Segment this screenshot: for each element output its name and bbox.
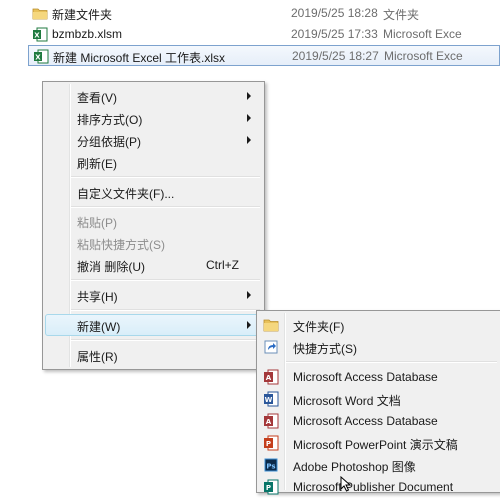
excel-file-icon: X: [34, 49, 49, 64]
file-name: bzmbzb.xlsm: [52, 27, 123, 41]
file-type: Microsoft Exce: [383, 27, 462, 41]
submenu-item-folder[interactable]: 文件夹(F): [259, 314, 498, 336]
menu-item-undo-delete[interactable]: 撤消 删除(U) Ctrl+Z: [45, 254, 262, 276]
menu-separator: [71, 339, 260, 341]
word-file-icon: W: [264, 391, 279, 407]
svg-text:A: A: [266, 374, 272, 382]
folder-icon: [263, 319, 279, 332]
menu-separator: [286, 361, 497, 363]
file-type: 文件夹: [383, 8, 420, 22]
menu-item-label: 共享(H): [77, 290, 118, 304]
menu-item-label: 快捷方式(S): [293, 342, 357, 356]
access-file-icon: A: [264, 369, 279, 385]
submenu-item-photoshop[interactable]: Ps Adobe Photoshop 图像: [259, 454, 498, 476]
menu-item-paste-shortcut[interactable]: 粘贴快捷方式(S): [45, 232, 262, 254]
menu-item-label: 自定义文件夹(F)...: [77, 187, 175, 201]
menu-item-view[interactable]: 查看(V): [45, 85, 262, 107]
menu-item-label: Microsoft Access Database: [293, 414, 438, 428]
file-row-bzmbzb[interactable]: X bzmbzb.xlsm 2019/5/25 17:33 Microsoft …: [28, 24, 500, 45]
submenu-item-access-database[interactable]: A Microsoft Access Database: [259, 366, 498, 388]
menu-item-new[interactable]: 新建(W): [45, 314, 262, 336]
context-menu: 查看(V) 排序方式(O) 分组依据(P) 刷新(E) 自定义文件夹(F)...…: [42, 81, 265, 370]
menu-item-customize-folder[interactable]: 自定义文件夹(F)...: [45, 181, 262, 203]
submenu-arrow-icon: [247, 291, 251, 299]
shortcut-icon: [264, 340, 278, 354]
folder-icon: [32, 8, 48, 20]
menu-separator: [71, 279, 260, 281]
file-date: 2019/5/25 18:27: [292, 49, 379, 63]
submenu-arrow-icon: [247, 114, 251, 122]
file-name: 新建文件夹: [52, 8, 113, 22]
menu-item-label: Microsoft Word 文档: [293, 394, 401, 408]
submenu-item-access-database-2[interactable]: A Microsoft Access Database: [259, 410, 498, 432]
menu-separator: [71, 176, 260, 178]
menu-separator: [71, 206, 260, 208]
menu-item-label: 文件夹(F): [293, 320, 345, 334]
menu-item-label: 分组依据(P): [77, 135, 141, 149]
menu-item-share[interactable]: 共享(H): [45, 284, 262, 306]
menu-item-label: 粘贴(P): [77, 216, 117, 230]
svg-text:P: P: [266, 440, 271, 448]
file-name: 新建 Microsoft Excel 工作表.xlsx: [53, 51, 226, 65]
submenu-item-powerpoint[interactable]: P Microsoft PowerPoint 演示文稿: [259, 432, 498, 454]
submenu-item-shortcut[interactable]: 快捷方式(S): [259, 336, 498, 358]
menu-item-group[interactable]: 分组依据(P): [45, 129, 262, 151]
svg-text:P: P: [266, 484, 271, 492]
menu-item-label: Microsoft Access Database: [293, 370, 438, 384]
submenu-item-publisher[interactable]: P Microsoft Publisher Document: [259, 476, 498, 498]
menu-item-label: 撤消 删除(U): [77, 260, 145, 274]
new-submenu: 文件夹(F) 快捷方式(S) A Microsoft Access Databa…: [256, 310, 500, 495]
file-row-new-folder[interactable]: 新建文件夹 2019/5/25 18:28 文件夹: [28, 3, 500, 24]
menu-item-sort[interactable]: 排序方式(O): [45, 107, 262, 129]
menu-item-paste[interactable]: 粘贴(P): [45, 210, 262, 232]
file-type: Microsoft Exce: [384, 49, 463, 63]
menu-item-label: 查看(V): [77, 91, 117, 105]
svg-text:Ps: Ps: [266, 463, 275, 471]
menu-item-refresh[interactable]: 刷新(E): [45, 151, 262, 173]
menu-item-properties[interactable]: 属性(R): [45, 344, 262, 366]
publisher-file-icon: P: [264, 479, 279, 495]
submenu-arrow-icon: [247, 92, 251, 100]
svg-text:A: A: [266, 418, 272, 426]
menu-item-label: Adobe Photoshop 图像: [293, 460, 416, 474]
mouse-cursor-icon: [340, 476, 352, 492]
svg-text:W: W: [265, 396, 273, 404]
svg-text:X: X: [34, 32, 40, 40]
file-row-new-excel[interactable]: X 新建 Microsoft Excel 工作表.xlsx 2019/5/25 …: [28, 45, 500, 66]
excel-file-icon: X: [33, 27, 48, 42]
access-file-icon: A: [264, 413, 279, 429]
menu-item-label: 新建(W): [77, 320, 121, 334]
submenu-arrow-icon: [247, 321, 251, 329]
photoshop-file-icon: Ps: [264, 458, 278, 472]
powerpoint-file-icon: P: [264, 435, 279, 451]
submenu-item-word-document[interactable]: W Microsoft Word 文档: [259, 388, 498, 410]
menu-separator: [71, 309, 260, 311]
menu-item-shortcut: Ctrl+Z: [206, 258, 239, 272]
file-date: 2019/5/25 18:28: [291, 6, 378, 20]
submenu-arrow-icon: [247, 136, 251, 144]
file-date: 2019/5/25 17:33: [291, 27, 378, 41]
menu-item-label: 属性(R): [77, 350, 118, 364]
menu-item-label: 排序方式(O): [77, 113, 143, 127]
menu-item-label: 粘贴快捷方式(S): [77, 238, 165, 252]
svg-text:X: X: [35, 54, 41, 62]
menu-item-label: 刷新(E): [77, 157, 117, 171]
menu-item-label: Microsoft PowerPoint 演示文稿: [293, 438, 458, 452]
